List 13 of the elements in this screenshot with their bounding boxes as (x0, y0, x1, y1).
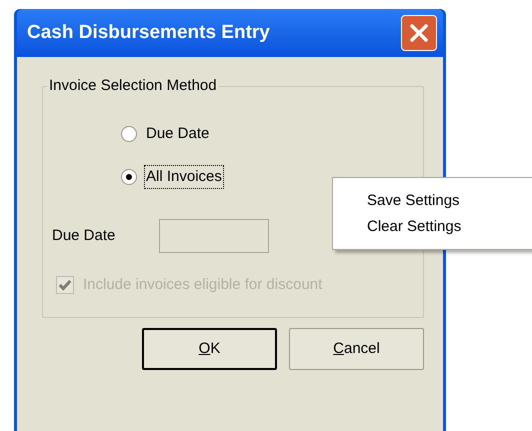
dialog-button[interactable]: OK (142, 328, 277, 370)
field-label: Due Date (52, 226, 116, 246)
window-title: Cash Disbursements Entry (27, 20, 270, 45)
radio-label: Due Date (145, 124, 210, 144)
radio-button[interactable] (121, 126, 137, 142)
menu-item[interactable]: Save Settings (367, 190, 532, 212)
radio-button[interactable] (121, 169, 137, 185)
close-icon (409, 23, 429, 43)
close-button[interactable] (401, 15, 437, 51)
radio-label: All Invoices (145, 166, 223, 188)
check-icon (58, 278, 72, 292)
dialog-button[interactable]: Cancel (289, 328, 424, 370)
menu-item[interactable]: Clear Settings (367, 216, 532, 238)
